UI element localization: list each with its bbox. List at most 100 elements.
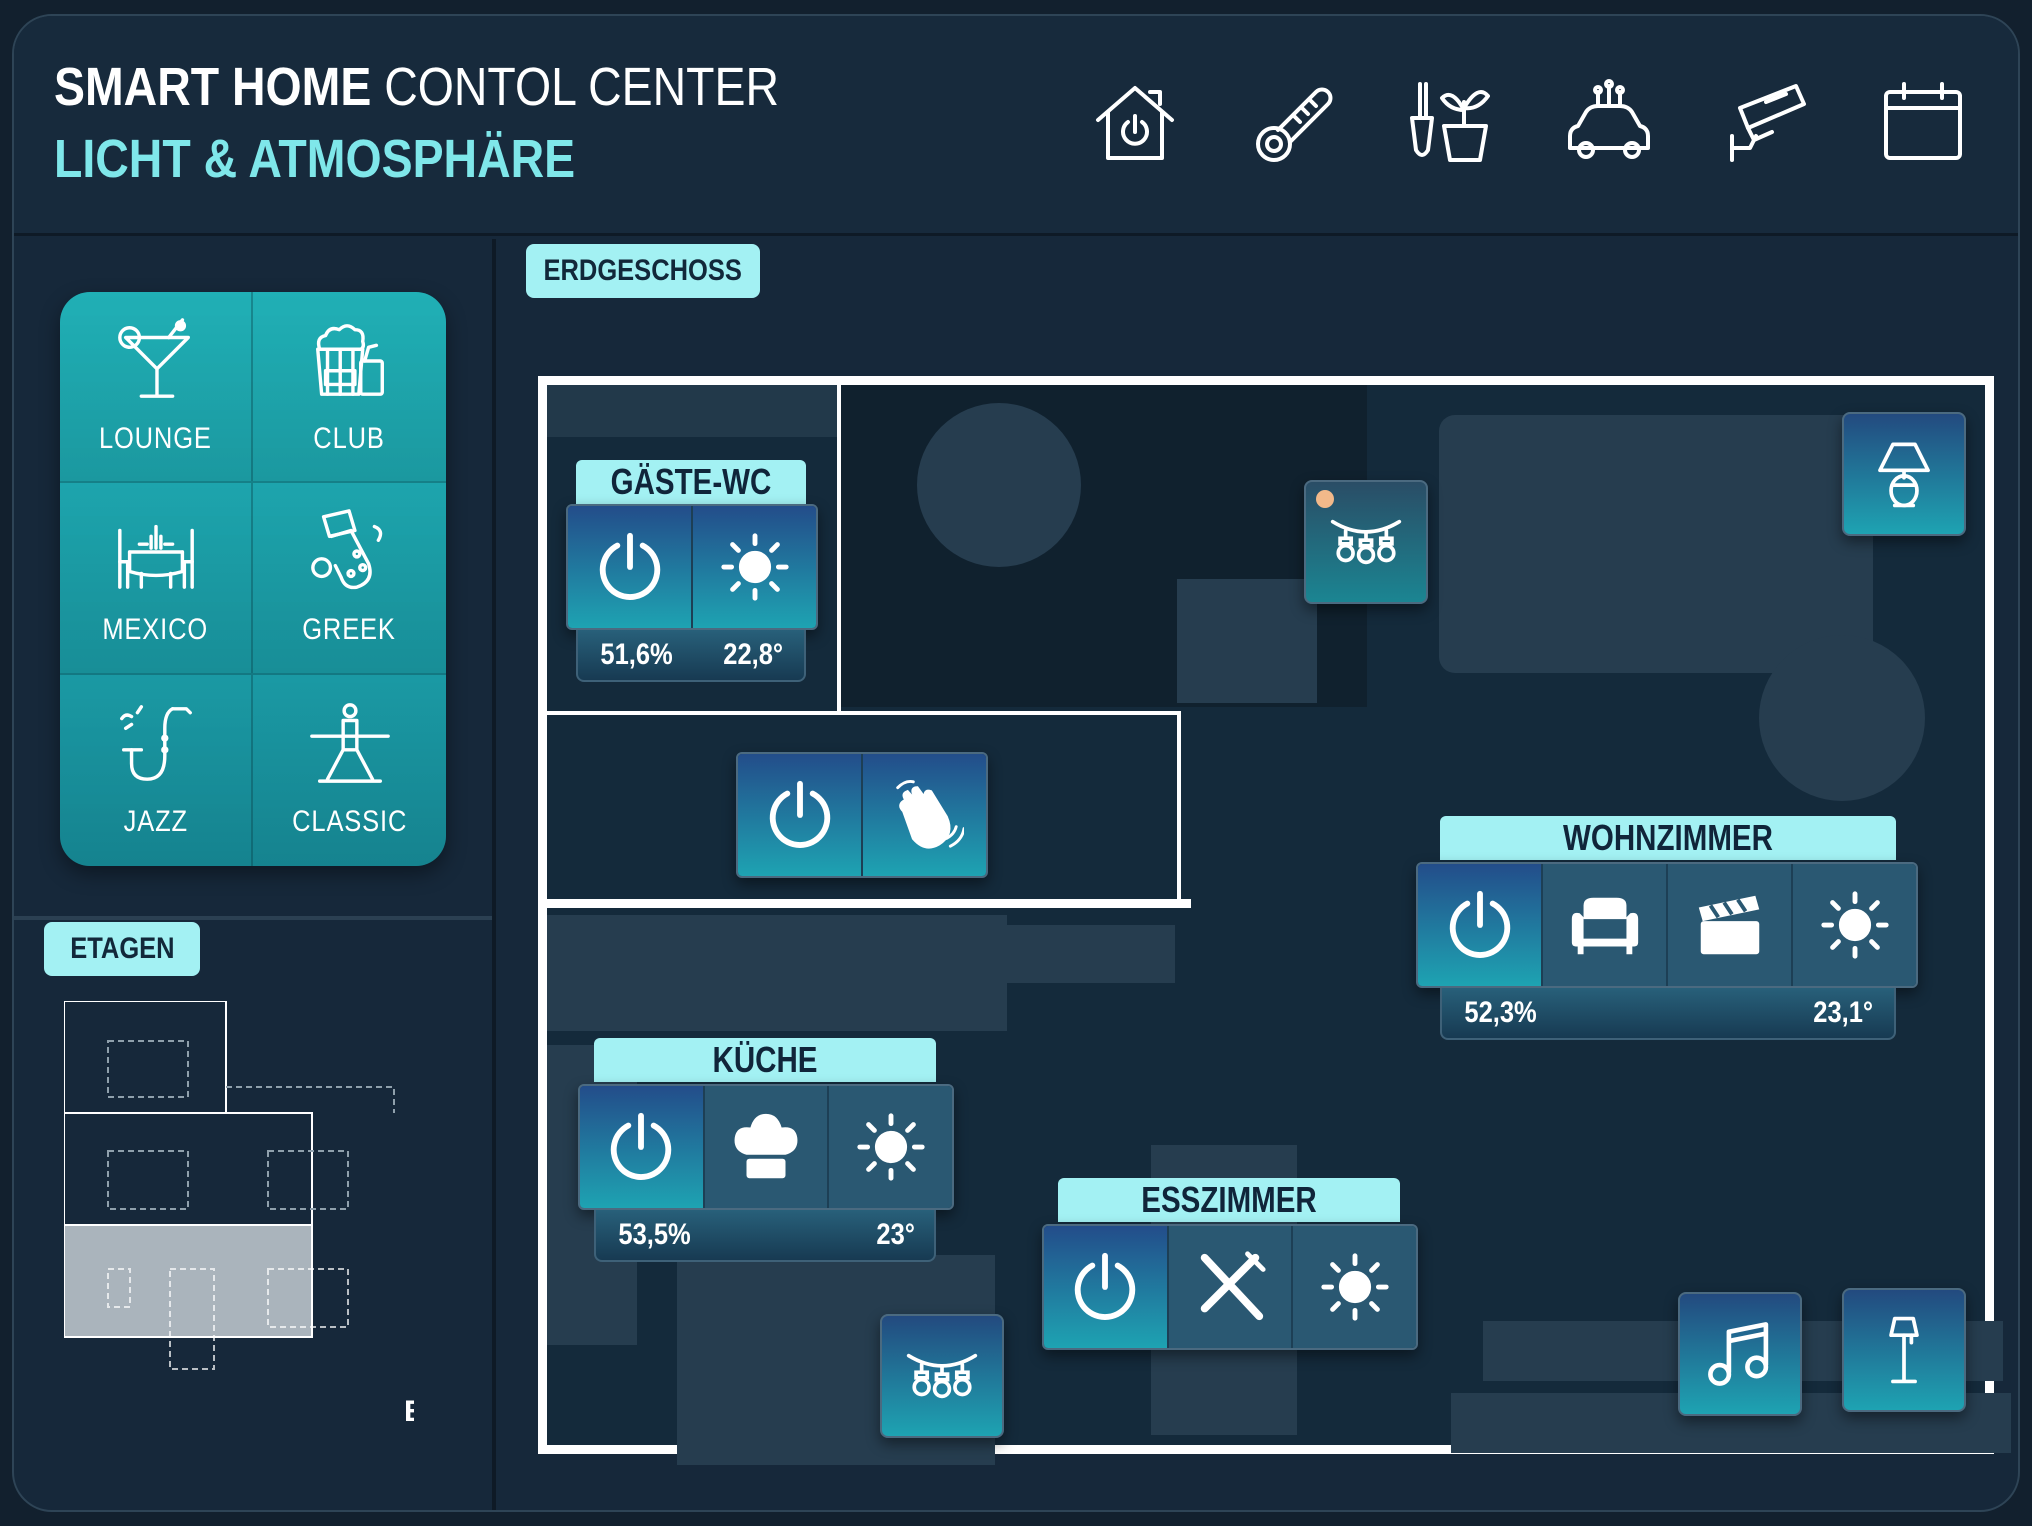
gaeste-wc-temperature-value: 22,8° bbox=[722, 638, 783, 671]
floor-lamp-button[interactable] bbox=[1842, 1288, 1966, 1412]
gaeste-wc-brightness-value: 51,6% bbox=[600, 638, 673, 671]
app-title-bold: SMART HOME bbox=[54, 57, 372, 117]
power-icon bbox=[1449, 890, 1510, 958]
kueche-cooking-scene-button[interactable] bbox=[704, 1086, 830, 1208]
gaeste-wc-brightness-button[interactable] bbox=[693, 506, 816, 628]
scene-label: GREEK bbox=[302, 613, 397, 647]
chef-hat-icon bbox=[734, 1113, 798, 1179]
floor-2-building[interactable] bbox=[64, 1001, 227, 1114]
esszimmer-brightness-button[interactable] bbox=[1293, 1226, 1416, 1348]
hallway-motion-button[interactable] bbox=[863, 754, 986, 876]
room-label-wohnzimmer: WOHNZIMMER bbox=[1440, 816, 1896, 860]
floor-selector: 2 1 EG bbox=[64, 1001, 414, 1428]
wohnzimmer-sofa-scene-button[interactable] bbox=[1543, 864, 1668, 986]
home-power-icon[interactable] bbox=[1090, 78, 1180, 168]
music-note-icon bbox=[1708, 1322, 1769, 1386]
clapperboard-icon bbox=[1698, 895, 1759, 955]
table-lamp-button[interactable] bbox=[1842, 412, 1966, 536]
scene-classic[interactable]: CLASSIC bbox=[253, 674, 446, 866]
scene-grid: LOUNGE CLUB MEXICO GREEK JAZZ CLASSIC bbox=[60, 292, 446, 866]
wall bbox=[1177, 711, 1181, 903]
current-floor-label: ERDGESCHOSS bbox=[526, 244, 760, 298]
kueche-stats: 53,5% 23° bbox=[594, 1210, 936, 1262]
scene-label: LOUNGE bbox=[99, 422, 212, 455]
esszimmer-power-button[interactable] bbox=[1044, 1226, 1169, 1348]
scene-lounge[interactable]: LOUNGE bbox=[60, 292, 253, 484]
fork-knife-icon bbox=[1200, 1251, 1266, 1321]
string-lights-icon bbox=[906, 1353, 978, 1399]
sun-icon bbox=[1321, 1253, 1389, 1321]
string-lights-icon bbox=[1330, 519, 1402, 565]
floor-level-eg[interactable]: EG bbox=[404, 1395, 414, 1428]
security-camera-icon[interactable] bbox=[1720, 78, 1810, 168]
wohnzimmer-movie-scene-button[interactable] bbox=[1668, 864, 1793, 986]
hallway-controls bbox=[736, 752, 988, 878]
esszimmer-dining-scene-button[interactable] bbox=[1168, 1226, 1294, 1348]
dining-table-icon bbox=[117, 525, 194, 590]
gaeste-wc-controls bbox=[566, 504, 818, 630]
scene-mexico[interactable]: MEXICO bbox=[60, 483, 253, 675]
sidebar-divider bbox=[492, 239, 496, 1510]
hand-wave-icon bbox=[895, 780, 964, 849]
cocktail-icon bbox=[117, 318, 190, 398]
scene-club[interactable]: CLUB bbox=[253, 292, 446, 484]
garden-plant-icon[interactable] bbox=[1404, 78, 1494, 168]
scene-label: MEXICO bbox=[102, 613, 209, 647]
table-lamp-icon bbox=[1878, 442, 1930, 508]
kueche-controls bbox=[578, 1084, 954, 1210]
scene-jazz[interactable]: JAZZ bbox=[60, 674, 253, 866]
header: SMART HOME CONTOL CENTER LICHT & ATMOSPH… bbox=[14, 16, 2018, 236]
floors-label: ETAGEN bbox=[44, 922, 200, 976]
room-label-kueche: KÜCHE bbox=[594, 1038, 936, 1082]
gaeste-wc-stats: 51,6% 22,8° bbox=[576, 630, 806, 682]
sidebar-section-divider bbox=[14, 916, 492, 920]
scene-label: CLUB bbox=[313, 422, 386, 455]
floor-lamp-icon bbox=[1889, 1316, 1919, 1384]
app-frame: SMART HOME CONTOL CENTER LICHT & ATMOSPH… bbox=[12, 14, 2020, 1512]
room-label-esszimmer: ESSZIMMER bbox=[1058, 1178, 1400, 1222]
hallway-power-button[interactable] bbox=[738, 754, 863, 876]
kueche-brightness-value: 53,5% bbox=[618, 1218, 691, 1251]
yoga-figure-icon bbox=[309, 702, 390, 783]
gaeste-wc-power-button[interactable] bbox=[568, 506, 693, 628]
scene-label: JAZZ bbox=[123, 804, 188, 838]
wohnzimmer-brightness-button[interactable] bbox=[1793, 864, 1916, 986]
wohnzimmer-controls bbox=[1416, 862, 1918, 988]
kueche-brightness-button[interactable] bbox=[829, 1086, 952, 1208]
car-icon[interactable] bbox=[1564, 78, 1654, 168]
armchair-icon bbox=[1571, 897, 1638, 955]
wohnzimmer-stats: 52,3% 23,1° bbox=[1440, 988, 1896, 1040]
popcorn-icon bbox=[315, 324, 384, 396]
wall bbox=[837, 385, 841, 715]
string-lights-kitchen-button[interactable] bbox=[880, 1314, 1004, 1438]
esszimmer-controls bbox=[1042, 1224, 1418, 1350]
status-indicator bbox=[1316, 490, 1334, 508]
wall bbox=[547, 711, 1181, 715]
power-icon bbox=[611, 1112, 672, 1180]
sun-icon bbox=[1820, 891, 1889, 959]
scene-greek[interactable]: GREEK bbox=[253, 483, 446, 675]
sun-icon bbox=[857, 1113, 925, 1181]
power-icon bbox=[599, 532, 660, 600]
kueche-power-button[interactable] bbox=[580, 1086, 705, 1208]
page-subtitle: LICHT & ATMOSPHÄRE bbox=[54, 129, 576, 189]
saxophone-icon bbox=[119, 704, 192, 781]
floor-eg-building[interactable] bbox=[64, 1224, 313, 1338]
app-title: SMART HOME CONTOL CENTER bbox=[54, 56, 779, 118]
thermometer-icon[interactable] bbox=[1248, 78, 1338, 168]
app-title-light: CONTOL CENTER bbox=[371, 57, 780, 117]
sun-icon bbox=[720, 533, 789, 601]
music-button[interactable] bbox=[1678, 1292, 1802, 1416]
wohnzimmer-power-button[interactable] bbox=[1418, 864, 1543, 986]
scene-label: CLASSIC bbox=[291, 804, 408, 838]
wohnzimmer-temperature-value: 23,1° bbox=[1812, 996, 1873, 1029]
power-icon bbox=[769, 780, 830, 848]
power-icon bbox=[1075, 1252, 1136, 1320]
kueche-temperature-value: 23° bbox=[876, 1218, 915, 1251]
string-lights-button[interactable] bbox=[1304, 480, 1428, 604]
wall bbox=[547, 899, 1191, 908]
wohnzimmer-brightness-value: 52,3% bbox=[1464, 996, 1537, 1029]
room-label-gaeste-wc: GÄSTE-WC bbox=[576, 460, 806, 504]
christmas-stocking-icon bbox=[310, 509, 382, 590]
calendar-icon[interactable] bbox=[1878, 78, 1968, 168]
